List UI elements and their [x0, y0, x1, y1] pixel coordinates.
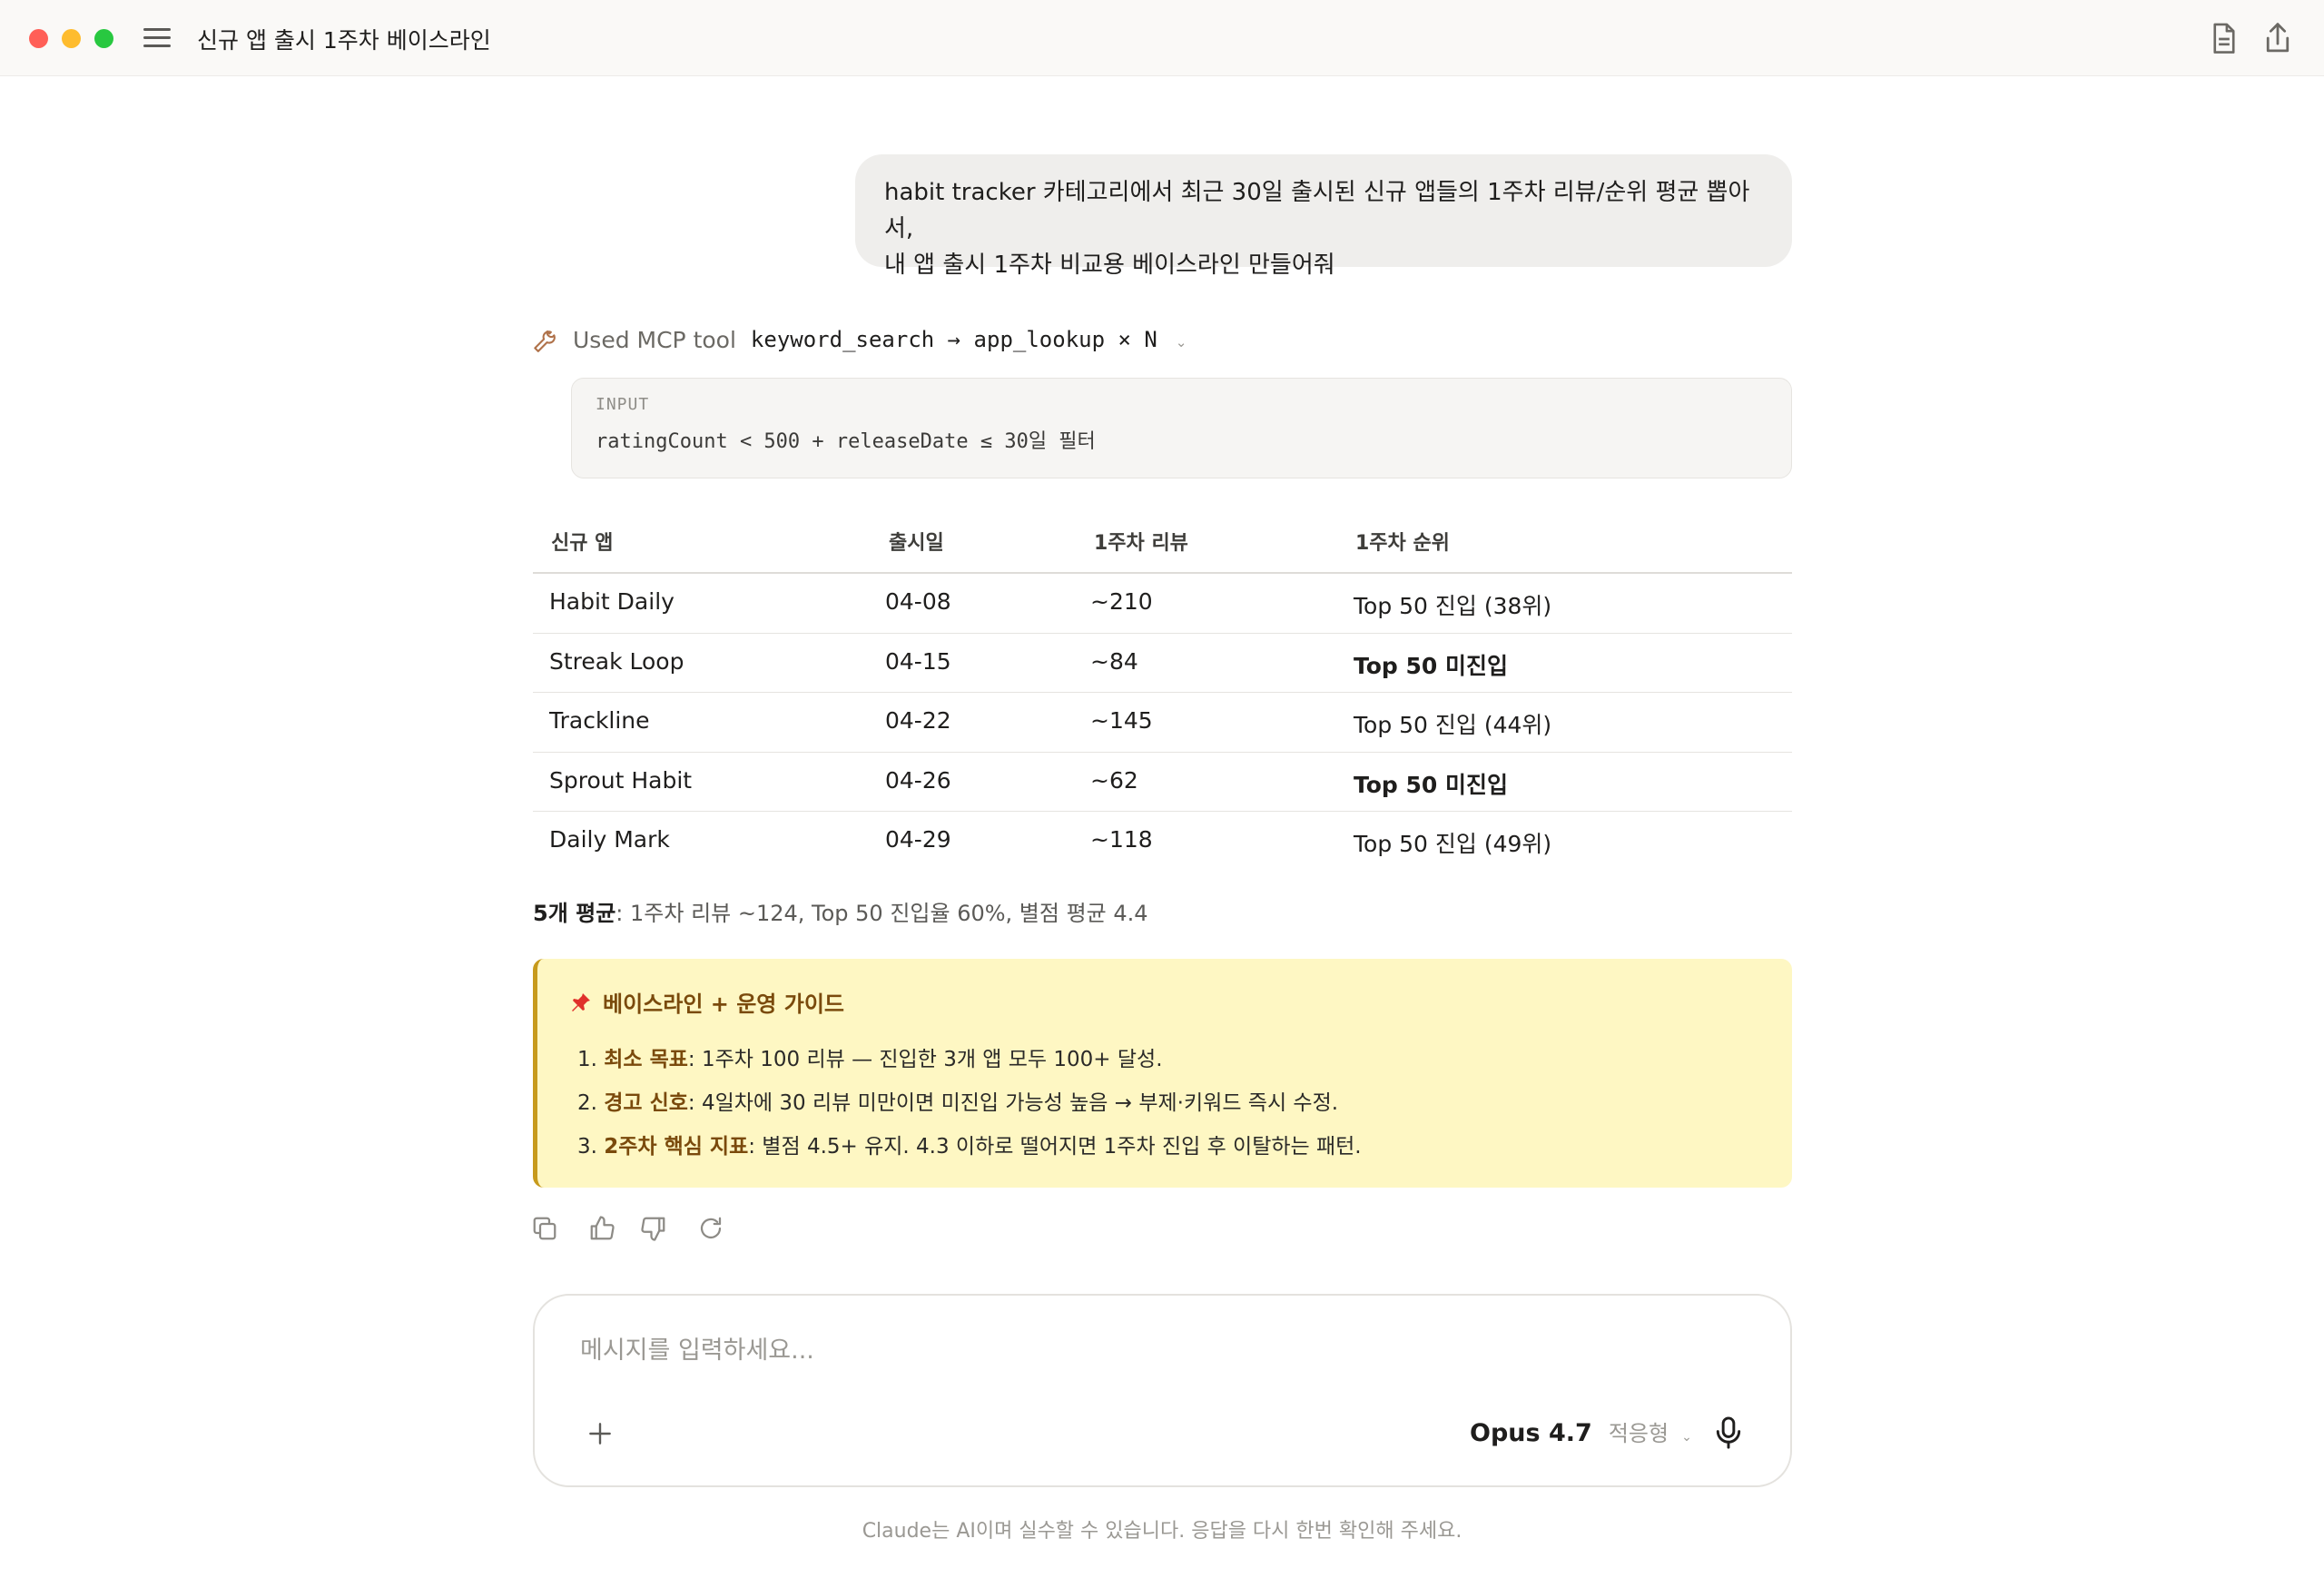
list-number: 3.	[577, 1135, 597, 1159]
tool-input-box: INPUT ratingCount < 500 + releaseDate ≤ …	[571, 378, 1792, 478]
tool-use-code: keyword_search → app_lookup × N	[750, 327, 1157, 352]
title-chevron-down-icon[interactable]: ⌄	[471, 29, 483, 46]
summary-label: 5개 평균	[533, 901, 616, 926]
tool-use-toggle[interactable]: Used MCP tool keyword_search → app_looku…	[533, 321, 1187, 358]
rank-cell: Top 50 미진입	[1354, 652, 1509, 679]
thumbs-down-icon[interactable]	[640, 1215, 667, 1242]
app-name-cell: Habit Daily	[549, 588, 675, 615]
table-header-cell: 출시일	[889, 532, 944, 555]
guide-list: 1. 최소 목표: 1주차 100 리뷰 — 진입한 3개 앱 모두 100+ …	[570, 1038, 1759, 1169]
chevron-down-icon: ⌄	[1681, 1430, 1692, 1445]
table-header-cell: 1주차 순위	[1355, 532, 1450, 555]
list-key: 경고 신호	[604, 1091, 688, 1115]
reviews-cell: ~210	[1090, 588, 1153, 615]
share-icon[interactable]	[2260, 20, 2295, 56]
list-item: 1. 최소 목표: 1주차 100 리뷰 — 진입한 3개 앱 모두 100+ …	[570, 1038, 1759, 1081]
model-selector[interactable]: Opus 4.7 적응형 ⌄	[1470, 1415, 1692, 1447]
app-name-cell: Trackline	[549, 707, 650, 734]
user-message-line: 내 앱 출시 1주차 비교용 베이스라인 만들어줘	[884, 252, 1335, 279]
pushpin-icon	[572, 992, 590, 1011]
baseline-table: 신규 앱 출시일 1주차 리뷰 1주차 순위 Habit Daily 04-08…	[533, 514, 1792, 872]
reviews-cell: ~145	[1090, 707, 1153, 734]
release-date-cell: 04-22	[885, 707, 951, 734]
message-input[interactable]	[580, 1330, 1579, 1370]
list-key: 2주차 핵심 지표	[604, 1135, 749, 1159]
table-row: Sprout Habit 04-26 ~62 Top 50 미진입	[533, 753, 1792, 812]
copy-icon[interactable]	[531, 1215, 558, 1242]
message-composer: Opus 4.7 적응형 ⌄	[533, 1294, 1792, 1487]
baseline-guide-callout: 베이스라인 + 운영 가이드 1. 최소 목표: 1주차 100 리뷰 — 진입…	[533, 959, 1792, 1188]
release-date-cell: 04-08	[885, 588, 951, 615]
table-row: Trackline 04-22 ~145 Top 50 진입 (44위)	[533, 693, 1792, 753]
microphone-icon[interactable]	[1715, 1415, 1742, 1450]
release-date-cell: 04-26	[885, 766, 951, 794]
user-message-line: habit tracker 카테고리에서 최근 30일 출시된 신규 앱들의 1…	[884, 179, 1750, 242]
title-bar: 신규 앱 출시 1주차 베이스라인 ⌄	[0, 0, 2324, 76]
reviews-cell: ~84	[1090, 647, 1138, 675]
close-window-button[interactable]	[29, 29, 48, 48]
add-attachment-icon[interactable]	[586, 1419, 615, 1448]
table-row: Daily Mark 04-29 ~118 Top 50 진입 (49위)	[533, 812, 1792, 872]
retry-icon[interactable]	[697, 1215, 724, 1242]
list-item: 2. 경고 신호: 4일차에 30 리뷰 미만이면 미진입 가능성 높음 → 부…	[570, 1081, 1759, 1125]
app-name-cell: Streak Loop	[549, 647, 684, 675]
tool-use-label: Used MCP tool	[573, 326, 736, 353]
document-icon[interactable]	[2208, 22, 2240, 56]
tool-input-label: INPUT	[596, 395, 650, 414]
callout-title: 베이스라인 + 운영 가이드	[570, 986, 1759, 1018]
summary-line: 5개 평균: 1주차 리뷰 ~124, Top 50 진입율 60%, 별점 평…	[533, 895, 1148, 927]
disclaimer-text: Claude는 AI이며 실수할 수 있습니다. 응답을 다시 한번 확인해 주…	[862, 1520, 1462, 1543]
summary-text: : 1주차 리뷰 ~124, Top 50 진입율 60%, 별점 평균 4.4	[615, 901, 1148, 926]
release-date-cell: 04-15	[885, 647, 951, 675]
table-row: Streak Loop 04-15 ~84 Top 50 미진입	[533, 634, 1792, 693]
sidebar-menu-icon[interactable]	[143, 25, 172, 51]
model-name: Opus 4.7	[1470, 1419, 1592, 1447]
reviews-cell: ~62	[1090, 766, 1138, 794]
conversation-title[interactable]: 신규 앱 출시 1주차 베이스라인	[197, 23, 491, 55]
table-header: 신규 앱 출시일 1주차 리뷰 1주차 순위	[533, 514, 1792, 574]
list-number: 1.	[577, 1048, 597, 1071]
callout-title-text: 베이스라인 + 운영 가이드	[603, 991, 844, 1017]
reviews-cell: ~118	[1090, 826, 1153, 853]
wrench-icon	[534, 330, 556, 352]
list-item: 3. 2주차 핵심 지표: 별점 4.5+ 유지. 4.3 이하로 떨어지면 1…	[570, 1125, 1759, 1169]
maximize-window-button[interactable]	[94, 29, 113, 48]
chevron-down-icon[interactable]: ⌄	[1176, 334, 1187, 350]
list-key: 최소 목표	[604, 1048, 688, 1071]
rank-cell: Top 50 미진입	[1354, 771, 1509, 798]
app-name-cell: Daily Mark	[549, 826, 670, 853]
thumbs-up-icon[interactable]	[588, 1215, 615, 1242]
user-message-bubble: habit tracker 카테고리에서 최근 30일 출시된 신규 앱들의 1…	[855, 154, 1792, 279]
table-header-cell: 신규 앱	[551, 532, 614, 555]
list-number: 2.	[577, 1091, 597, 1115]
list-text: : 별점 4.5+ 유지. 4.3 이하로 떨어지면 1주차 진입 후 이탈하는…	[748, 1135, 1362, 1159]
table-header-cell: 1주차 리뷰	[1094, 532, 1188, 555]
tool-input-code: ratingCount < 500 + releaseDate ≤ 30일 필터	[596, 430, 1096, 453]
release-date-cell: 04-29	[885, 826, 951, 853]
list-text: : 1주차 100 리뷰 — 진입한 3개 앱 모두 100+ 달성.	[687, 1048, 1163, 1071]
model-mode: 적응형	[1608, 1421, 1669, 1446]
rank-cell: Top 50 진입 (49위)	[1354, 831, 1552, 857]
rank-cell: Top 50 진입 (38위)	[1354, 593, 1552, 619]
table-row: Habit Daily 04-08 ~210 Top 50 진입 (38위)	[533, 574, 1792, 634]
app-name-cell: Sprout Habit	[549, 766, 693, 794]
minimize-window-button[interactable]	[62, 29, 81, 48]
list-text: : 4일차에 30 리뷰 미만이면 미진입 가능성 높음 → 부제·키워드 즉시…	[687, 1091, 1339, 1115]
rank-cell: Top 50 진입 (44위)	[1354, 712, 1552, 738]
